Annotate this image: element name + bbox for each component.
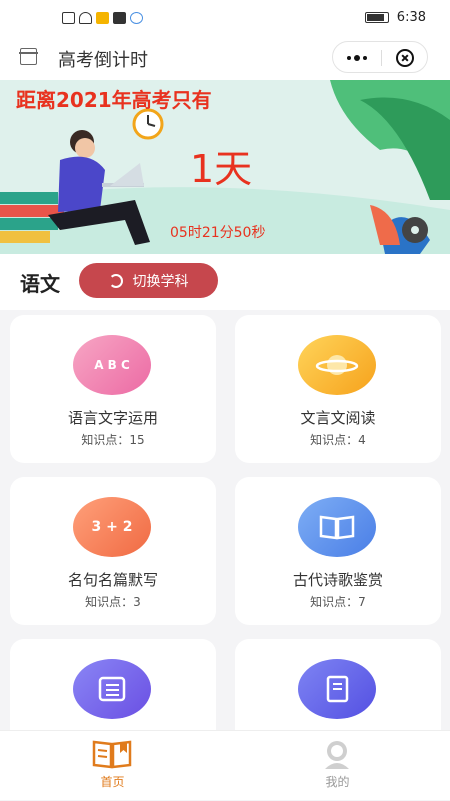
planet-icon xyxy=(298,335,376,395)
math-board-icon: 3 + 2 xyxy=(73,497,151,557)
home-book-icon xyxy=(92,740,132,769)
topic-count: 知识点：3 xyxy=(85,595,141,609)
globe-icon xyxy=(130,12,143,24)
topic-count: 知识点：4 xyxy=(310,433,366,447)
subject-row: 语文 切换学科 xyxy=(0,254,450,310)
close-circle-icon xyxy=(396,49,414,67)
topic-count: 知识点：7 xyxy=(310,595,366,609)
weibo-icon xyxy=(96,12,109,24)
wifi-icon xyxy=(79,12,92,24)
page-title: 高考倒计时 xyxy=(58,50,148,71)
more-button[interactable] xyxy=(333,42,381,74)
more-dot-icon xyxy=(347,56,351,60)
switch-subject-label: 切换学科 xyxy=(132,273,189,290)
tab-mine[interactable]: 我的 xyxy=(225,731,450,801)
status-time: 6:38 xyxy=(396,10,426,25)
notebook-icon xyxy=(298,659,376,719)
settings-gear-icon[interactable] xyxy=(402,217,428,243)
banner-heading: 距离2021年高考只有 xyxy=(16,88,212,112)
list-icon xyxy=(73,659,151,719)
sim-icon xyxy=(62,12,75,24)
topic-card[interactable]: 古代诗歌鉴赏 知识点：7 xyxy=(235,477,441,625)
countdown-timer: 05时21分50秒 xyxy=(170,225,266,241)
topic-name: 语言文字运用 xyxy=(67,409,158,427)
battery-icon xyxy=(364,12,389,23)
miniapp-capsule xyxy=(332,41,428,73)
more-dot-icon xyxy=(363,56,367,60)
open-book-icon xyxy=(298,497,376,557)
topic-card[interactable]: 3 + 2 名句名篇默写 知识点：3 xyxy=(10,477,216,625)
topic-card[interactable]: A B C 语言文字运用 知识点：15 xyxy=(10,315,216,463)
profile-icon xyxy=(325,741,349,769)
title-bar: 高考倒计时 xyxy=(0,36,450,80)
subject-name: 语文 xyxy=(20,272,60,296)
topic-name: 古代诗歌鉴赏 xyxy=(292,571,383,589)
tab-home-label: 首页 xyxy=(100,775,125,789)
tab-home[interactable]: 首页 xyxy=(0,731,225,801)
topic-name: 名句名篇默写 xyxy=(67,571,158,589)
topic-name: 文言文阅读 xyxy=(300,409,376,427)
status-icons xyxy=(62,12,143,24)
topic-card[interactable]: 文言文阅读 知识点：4 xyxy=(235,315,441,463)
close-miniapp-button[interactable] xyxy=(381,42,429,74)
countdown-days: 1天 xyxy=(190,147,253,191)
calendar-icon[interactable] xyxy=(19,48,38,65)
topic-count: 知识点：15 xyxy=(81,433,145,447)
status-bar: 6:38 xyxy=(0,0,450,36)
bottom-tab-bar: 首页 我的 xyxy=(0,730,450,800)
abc-blocks-icon: A B C xyxy=(73,335,151,395)
info-icon xyxy=(113,12,126,24)
switch-subject-button[interactable]: 切换学科 xyxy=(79,263,218,298)
refresh-icon xyxy=(108,273,123,288)
countdown-banner: 距离2021年高考只有 1天 05时21分50秒 xyxy=(0,80,450,254)
more-dot-icon xyxy=(354,55,360,61)
tab-mine-label: 我的 xyxy=(325,775,350,789)
